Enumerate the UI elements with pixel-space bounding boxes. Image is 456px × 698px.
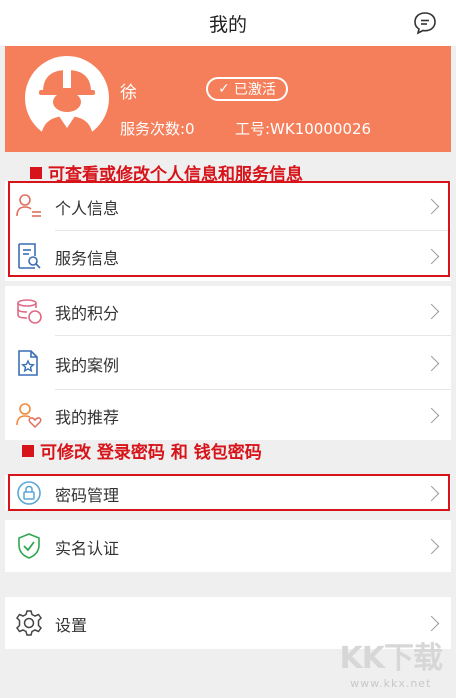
profile-card[interactable]: 徐 ✓ 已激活 服务次数:0 工号:WK10000026 bbox=[5, 46, 451, 152]
gear-icon bbox=[16, 610, 42, 636]
menu-item-label: 实名认证 bbox=[55, 539, 120, 558]
watermark-url: www.kkx.net bbox=[350, 677, 432, 690]
menu-item-label: 设置 bbox=[55, 616, 88, 635]
message-icon[interactable] bbox=[412, 10, 438, 36]
annotation-marker bbox=[30, 166, 42, 179]
worker-avatar-icon bbox=[39, 70, 95, 140]
status-badge-label: 已激活 bbox=[233, 82, 276, 98]
check-icon: ✓ bbox=[218, 81, 230, 97]
person-heart-icon bbox=[16, 403, 42, 429]
doc-star-icon bbox=[18, 350, 38, 376]
status-badge: ✓ 已激活 bbox=[206, 77, 288, 101]
menu-item-cases[interactable]: 我的案例 bbox=[5, 336, 451, 390]
chevron-right-icon bbox=[423, 538, 440, 555]
annotation-password-text: 可修改 登录密码 和 钱包密码 bbox=[40, 443, 262, 463]
watermark: KK下载 www.kkx.net bbox=[340, 633, 443, 690]
menu-item-label: 我的积分 bbox=[55, 304, 120, 323]
service-count: 服务次数:0 bbox=[120, 120, 195, 138]
menu-item-verification[interactable]: 实名认证 bbox=[5, 520, 451, 572]
top-bar: 我的 bbox=[0, 0, 456, 46]
menu-item-label: 我的推荐 bbox=[55, 408, 120, 427]
annotation-box-info bbox=[8, 181, 450, 277]
user-name: 徐 bbox=[120, 83, 137, 103]
chevron-right-icon bbox=[423, 303, 440, 320]
job-id: 工号:WK10000026 bbox=[235, 120, 372, 138]
menu-item-points[interactable]: 我的积分 bbox=[5, 286, 451, 336]
annotation-marker bbox=[22, 444, 34, 457]
chevron-right-icon bbox=[423, 407, 440, 424]
annotation-password: 可修改 登录密码 和 钱包密码 bbox=[22, 438, 262, 463]
avatar[interactable] bbox=[25, 56, 109, 140]
chevron-right-icon bbox=[423, 355, 440, 372]
chevron-right-icon bbox=[423, 615, 440, 632]
shield-check-icon bbox=[18, 533, 40, 559]
coins-stack-icon bbox=[17, 299, 42, 324]
page-title: 我的 bbox=[208, 13, 247, 36]
watermark-logo: KK下载 bbox=[339, 641, 443, 676]
annotation-box-password bbox=[8, 474, 450, 511]
menu-item-referrals[interactable]: 我的推荐 bbox=[5, 390, 451, 440]
menu-item-label: 我的案例 bbox=[55, 356, 120, 375]
